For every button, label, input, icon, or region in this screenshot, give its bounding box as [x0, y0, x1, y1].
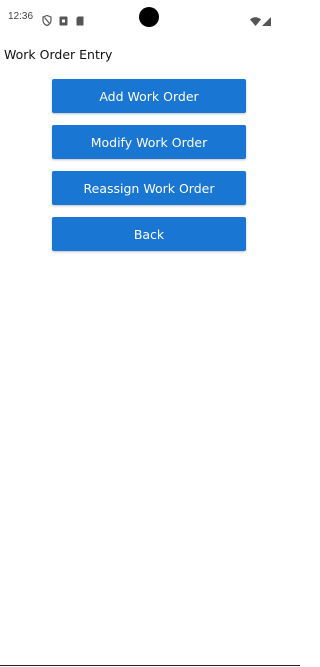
shield-icon — [42, 11, 52, 30]
camera-cutout — [139, 7, 159, 27]
sim-card-icon — [59, 11, 68, 30]
status-time: 12:36 — [8, 11, 34, 22]
wifi-icon — [250, 11, 261, 30]
sd-card-icon — [76, 11, 84, 30]
bottom-divider — [0, 665, 300, 666]
status-bar: 12:36 — [0, 0, 300, 34]
modify-work-order-button[interactable]: Modify Work Order — [52, 125, 246, 159]
cell-signal-icon — [262, 11, 271, 30]
app-screen: 12:36 Work Order Entry Add Work Order Mo… — [0, 0, 300, 667]
back-button[interactable]: Back — [52, 217, 246, 251]
reassign-work-order-button[interactable]: Reassign Work Order — [52, 171, 246, 205]
add-work-order-button[interactable]: Add Work Order — [52, 79, 246, 113]
page-title: Work Order Entry — [4, 47, 113, 62]
